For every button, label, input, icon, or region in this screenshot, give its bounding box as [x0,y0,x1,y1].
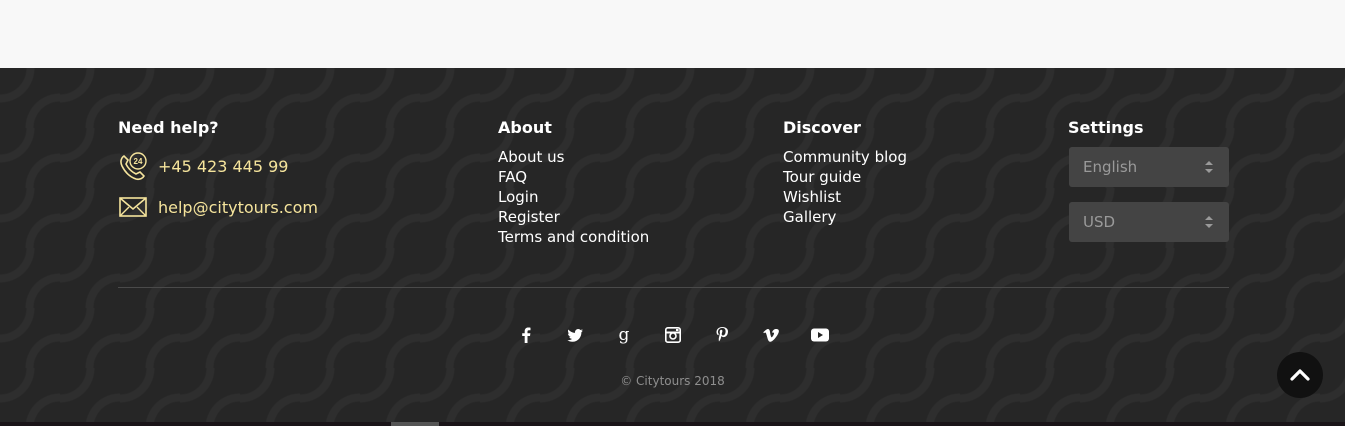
gallery-link[interactable]: Gallery [783,207,907,227]
phone-number[interactable]: +45 423 445 99 [158,157,288,176]
svg-text:24: 24 [134,157,143,166]
pinterest-icon[interactable] [709,323,735,347]
phone-contact[interactable]: 24 +45 423 445 99 [118,151,288,181]
language-value: English [1083,158,1138,176]
select-arrows-icon [1205,216,1213,228]
google-icon[interactable]: g [611,323,637,347]
select-arrows-icon [1205,161,1213,173]
footer-divider [118,287,1229,288]
wishlist-link[interactable]: Wishlist [783,187,907,207]
twitter-icon[interactable] [562,323,588,347]
page-content-area [0,0,1345,68]
login-link[interactable]: Login [498,187,649,207]
instagram-icon[interactable] [660,323,686,347]
browser-bottom-bar [0,422,1345,426]
email-address[interactable]: help@citytours.com [158,198,318,217]
copyright-text: © Citytours 2018 [620,374,725,388]
currency-select[interactable]: USD [1069,202,1229,242]
language-select[interactable]: English [1069,147,1229,187]
community-blog-link[interactable]: Community blog [783,147,907,167]
vimeo-icon[interactable] [758,323,784,347]
social-links: g [513,323,856,347]
faq-link[interactable]: FAQ [498,167,649,187]
about-title: About [498,118,552,137]
phone-24h-icon: 24 [118,151,148,181]
back-to-top-button[interactable] [1277,352,1323,398]
need-help-title: Need help? [118,118,219,137]
discover-links: Community blog Tour guide Wishlist Galle… [783,147,907,227]
terms-link[interactable]: Terms and condition [498,227,649,247]
about-us-link[interactable]: About us [498,147,649,167]
chevron-up-icon [1290,369,1310,381]
youtube-icon[interactable] [807,323,833,347]
discover-title: Discover [783,118,861,137]
email-contact[interactable]: help@citytours.com [118,192,318,222]
scroll-indicator [391,422,439,426]
facebook-icon[interactable] [513,323,539,347]
svg-text:g: g [619,326,630,344]
tour-guide-link[interactable]: Tour guide [783,167,907,187]
register-link[interactable]: Register [498,207,649,227]
settings-title: Settings [1068,118,1144,137]
currency-value: USD [1083,213,1116,231]
envelope-icon [118,192,148,222]
about-links: About us FAQ Login Register Terms and co… [498,147,649,247]
